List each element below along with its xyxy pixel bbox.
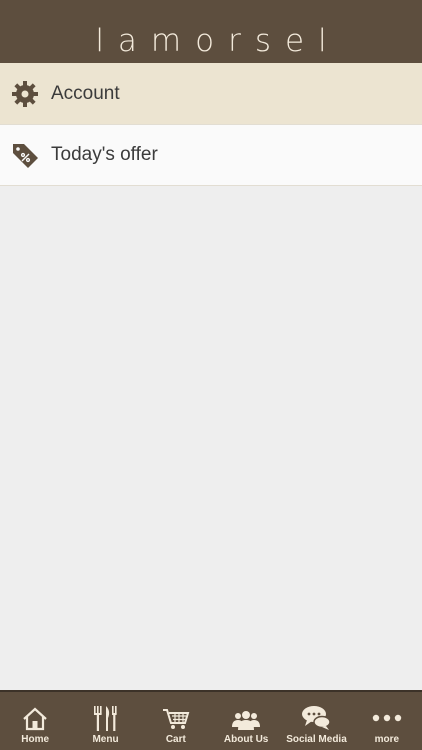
utensils-icon: [94, 706, 118, 731]
tab-label: About Us: [223, 734, 269, 745]
tab-label: Menu: [92, 734, 119, 745]
gear-icon: [11, 80, 39, 108]
price-tag-icon: [11, 141, 39, 169]
menu-list: Account Today's offer: [0, 63, 422, 186]
bottom-tab-bar: Home Menu Cart About Us Social Media mor…: [0, 690, 422, 750]
menu-item-todays-offer[interactable]: Today's offer: [0, 125, 422, 186]
app-logo: lamorsel: [95, 22, 341, 59]
tab-more[interactable]: more: [352, 692, 422, 750]
home-icon: [23, 707, 47, 731]
tab-home[interactable]: Home: [0, 692, 70, 750]
menu-item-label: Account: [51, 82, 120, 104]
tab-cart[interactable]: Cart: [141, 692, 211, 750]
chat-bubbles-icon: [302, 706, 332, 730]
tab-social-media[interactable]: Social Media: [281, 692, 351, 750]
menu-item-label: Today's offer: [51, 144, 158, 165]
tab-label: Social Media: [286, 734, 347, 745]
app-header: lamorsel: [0, 0, 422, 63]
tab-label: more: [374, 734, 400, 745]
menu-item-account[interactable]: Account: [0, 63, 422, 125]
tab-label: Home: [21, 734, 50, 745]
cart-icon: [162, 709, 190, 729]
tab-about-us[interactable]: About Us: [211, 692, 281, 750]
people-icon: [232, 711, 261, 730]
tab-label: Cart: [165, 734, 186, 745]
more-dots-icon: [372, 714, 401, 722]
tab-menu[interactable]: Menu: [70, 692, 140, 750]
